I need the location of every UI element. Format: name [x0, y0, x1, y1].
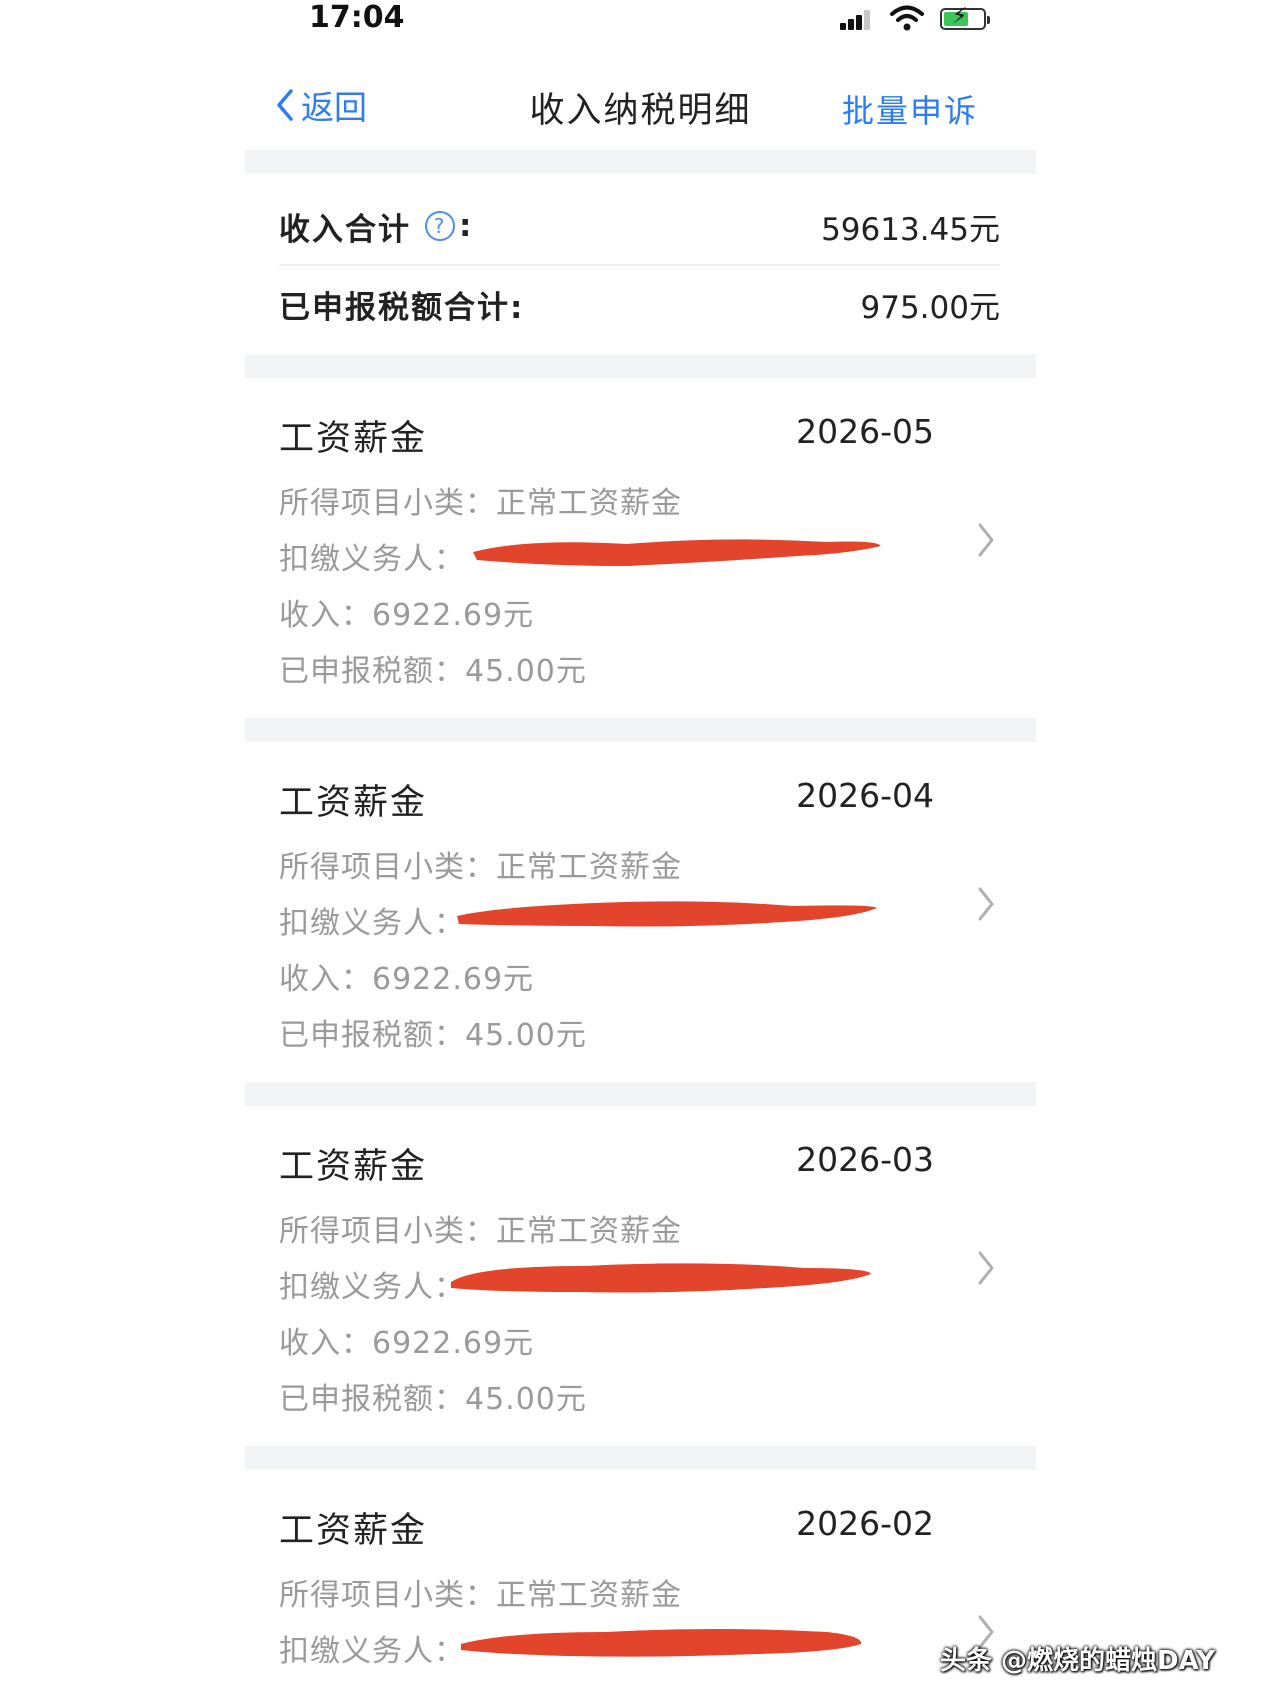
signal-icon — [840, 8, 876, 30]
record-tax: 已申报税额：45.00元 — [279, 1382, 587, 1417]
tax-total-label: 已申报税额合计: — [279, 289, 525, 326]
section-divider — [245, 354, 1036, 378]
record-title: 工资薪金 — [279, 1511, 428, 1551]
income-record[interactable]: 工资薪金 2026-04 所得项目小类：正常工资薪金 扣缴义务人： 收入：692… — [245, 746, 1036, 1066]
status-icons: ⚡ — [840, 4, 1000, 34]
record-income: 收入：6922.69元 — [279, 1326, 535, 1361]
chevron-right-icon — [978, 1251, 994, 1285]
record-subcategory: 所得项目小类：正常工资薪金 — [279, 1214, 682, 1249]
record-tax: 已申报税额：45.00元 — [279, 1018, 587, 1053]
wifi-icon — [890, 5, 924, 31]
record-period: 2026-05 — [796, 412, 934, 451]
record-withholder-label: 扣缴义务人： — [279, 1634, 465, 1669]
income-record[interactable]: 工资薪金 2026-05 所得项目小类：正常工资薪金 扣缴义务人： 收入：692… — [245, 382, 1036, 702]
record-title: 工资薪金 — [279, 1147, 428, 1187]
income-record[interactable]: 工资薪金 2026-02 所得项目小类：正常工资薪金 扣缴义务人： — [245, 1474, 1036, 1702]
section-divider — [245, 150, 1036, 174]
chevron-right-icon — [978, 887, 994, 921]
record-income: 收入：6922.69元 — [279, 962, 535, 997]
summary-divider — [279, 264, 1000, 266]
section-divider — [245, 1082, 1036, 1106]
nav-bar: 返回 收入纳税明细 批量申诉 — [245, 66, 1036, 146]
record-withholder-label: 扣缴义务人： — [279, 906, 465, 941]
help-icon[interactable]: ? — [425, 211, 455, 241]
section-divider — [245, 1446, 1036, 1470]
section-divider — [245, 718, 1036, 742]
record-tax: 已申报税额：45.00元 — [279, 654, 587, 689]
income-total-row: 收入合计 ? : 59613.45元 — [279, 196, 1000, 256]
record-income: 收入：6922.69元 — [279, 598, 535, 633]
chevron-right-icon — [978, 523, 994, 557]
battery-charging-icon: ⚡ — [940, 6, 990, 30]
status-time: 17:04 — [309, 0, 405, 35]
record-withholder-label: 扣缴义务人： — [279, 1270, 465, 1305]
record-subcategory: 所得项目小类：正常工资薪金 — [279, 486, 682, 521]
record-title: 工资薪金 — [279, 419, 428, 459]
redaction-mark — [473, 539, 881, 566]
redaction-mark — [461, 1629, 862, 1657]
income-total-label: 收入合计 ? : — [279, 208, 474, 248]
tax-total-value: 975.00元 — [860, 289, 1000, 326]
record-withholder-label: 扣缴义务人： — [279, 542, 465, 577]
income-total-value: 59613.45元 — [821, 211, 1000, 248]
record-period: 2026-03 — [796, 1140, 934, 1179]
batch-appeal-button[interactable]: 批量申诉 — [842, 86, 978, 132]
status-bar: 17:04 ⚡ — [245, 0, 1036, 40]
record-period: 2026-02 — [796, 1504, 934, 1543]
redaction-mark — [451, 1263, 871, 1293]
record-period: 2026-04 — [796, 776, 934, 815]
watermark: 头条 @燃烧的蜡烛DAY — [940, 1646, 1216, 1676]
phone-screen: 17:04 ⚡ 返回 收入纳税明细 批量申诉 收入合计 ?: 59613.45… — [245, 0, 1036, 1702]
record-subcategory: 所得项目小类：正常工资薪金 — [279, 1578, 682, 1613]
redaction-mark — [457, 901, 877, 927]
record-title: 工资薪金 — [279, 783, 428, 823]
record-subcategory: 所得项目小类：正常工资薪金 — [279, 850, 682, 885]
income-record[interactable]: 工资薪金 2026-03 所得项目小类：正常工资薪金 扣缴义务人： 收入：692… — [245, 1110, 1036, 1430]
tax-total-row: 已申报税额合计: 975.00元 — [279, 274, 1000, 334]
